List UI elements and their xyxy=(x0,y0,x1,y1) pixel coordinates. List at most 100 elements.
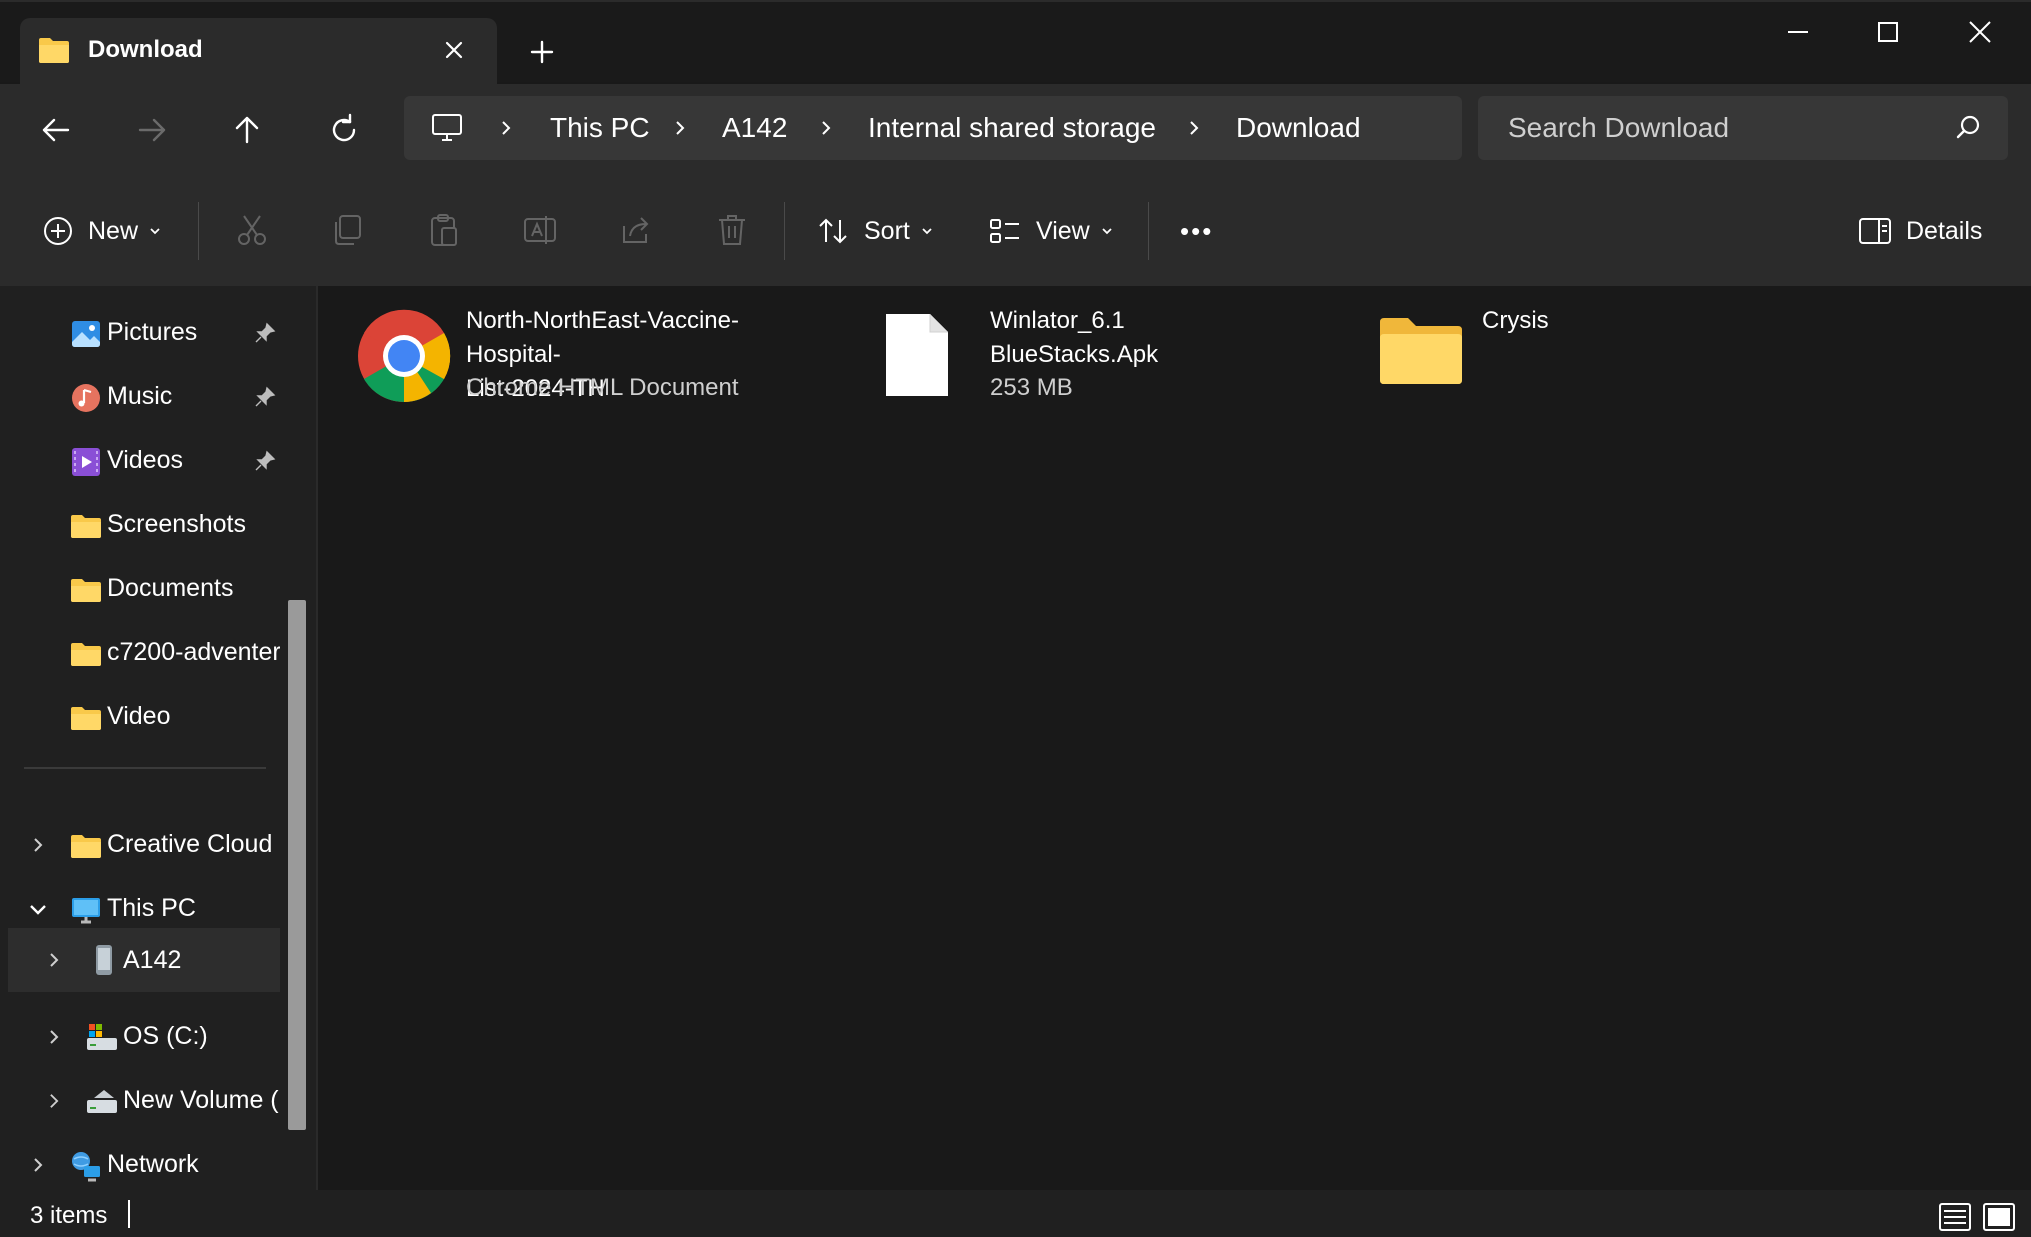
details-pane-icon xyxy=(1859,218,1891,244)
folder-icon xyxy=(39,38,69,63)
sidebar-item-documents[interactable]: Documents xyxy=(8,560,280,618)
cut-icon[interactable] xyxy=(234,212,270,248)
folder-name: Crysis xyxy=(1482,307,1549,334)
pictures-icon xyxy=(72,321,100,347)
sidebar-item-c7200-adventerp[interactable]: c7200-adventerp xyxy=(8,624,280,682)
details-view-icon[interactable] xyxy=(1938,1202,1972,1232)
more-options-button[interactable]: ••• xyxy=(1180,206,1213,256)
toolbar-separator xyxy=(1148,202,1149,260)
chevron-right-icon[interactable] xyxy=(28,1155,48,1175)
folder-icon xyxy=(71,643,101,666)
file-item-winlator-apk[interactable]: Winlator_6.1 BlueStacks.Apk 253 MB xyxy=(884,304,1314,414)
file-size: 253 MB xyxy=(990,374,1073,401)
file-name: Winlator_6.1 BlueStacks.Apk xyxy=(990,307,1159,368)
new-label: New xyxy=(88,216,139,245)
file-list[interactable]: North-NorthEast-Vaccine-Hospital- List-2… xyxy=(318,286,2031,1190)
status-bar: 3 items xyxy=(0,1190,2031,1237)
maximize-icon[interactable] xyxy=(1858,12,1918,52)
chevron-right-icon[interactable] xyxy=(496,118,516,138)
sidebar-item-new-volume[interactable]: New Volume (D xyxy=(8,1072,280,1130)
details-button[interactable]: Details xyxy=(1858,206,1982,256)
sidebar-item-label: Video xyxy=(107,702,171,730)
sidebar-item-network[interactable]: Network xyxy=(8,1136,280,1194)
sidebar-item-label: This PC xyxy=(107,894,196,922)
title-bar: Download xyxy=(0,2,2031,84)
folder-item-crysis[interactable]: Crysis xyxy=(1378,304,1678,414)
paste-icon[interactable] xyxy=(426,212,462,248)
chevron-down-icon xyxy=(1102,228,1112,235)
sidebar-item-label: A142 xyxy=(123,946,182,974)
folder-icon xyxy=(71,707,101,730)
breadcrumb-internal-storage[interactable]: Internal shared storage xyxy=(868,112,1156,144)
rename-icon[interactable] xyxy=(522,212,558,248)
new-tab-icon[interactable] xyxy=(524,34,560,70)
sidebar-item-pictures[interactable]: Pictures xyxy=(8,304,280,362)
sidebar-item-music[interactable]: Music xyxy=(8,368,280,426)
pin-icon[interactable] xyxy=(254,386,276,408)
item-count: 3 items xyxy=(30,1202,108,1229)
pin-icon[interactable] xyxy=(254,450,276,472)
sidebar-item-label: Network xyxy=(107,1150,199,1178)
music-icon xyxy=(72,384,100,412)
pin-icon[interactable] xyxy=(254,322,276,344)
chevron-right-icon[interactable] xyxy=(28,835,48,855)
sidebar-item-videos[interactable]: Videos xyxy=(8,432,280,490)
chevron-down-icon[interactable] xyxy=(28,899,48,919)
chevron-right-icon[interactable] xyxy=(44,950,64,970)
status-divider xyxy=(128,1200,130,1228)
sort-button[interactable]: Sort xyxy=(816,206,934,256)
breadcrumb-a142[interactable]: A142 xyxy=(722,112,787,144)
folder-icon xyxy=(71,835,101,858)
sidebar-item-video[interactable]: Video xyxy=(8,688,280,746)
chevron-right-icon[interactable] xyxy=(1184,118,1204,138)
sidebar-item-label: Creative Cloud F xyxy=(107,830,280,858)
drive-icon xyxy=(87,1090,117,1113)
file-item-chrome-html[interactable]: North-NorthEast-Vaccine-Hospital- List-2… xyxy=(356,304,826,414)
search-icon[interactable] xyxy=(1955,114,1983,142)
chevron-right-icon[interactable] xyxy=(670,118,690,138)
sidebar-scrollbar-thumb[interactable] xyxy=(288,600,306,1130)
chrome-icon xyxy=(358,309,451,403)
sidebar-item-label: Pictures xyxy=(107,318,198,346)
close-window-icon[interactable] xyxy=(1950,12,2010,52)
delete-icon[interactable] xyxy=(714,212,750,248)
refresh-icon[interactable] xyxy=(320,106,368,154)
sidebar-item-label: c7200-adventerp xyxy=(107,638,280,666)
search-input[interactable] xyxy=(1478,96,2008,160)
file-explorer-window: Download This PC A142 Internal shared st… xyxy=(0,0,2031,1237)
toolbar-separator xyxy=(198,202,199,260)
new-button[interactable]: New xyxy=(42,206,162,256)
sidebar-item-label: Screenshots xyxy=(107,510,246,538)
breadcrumb-this-pc[interactable]: This PC xyxy=(550,112,650,144)
breadcrumb-download[interactable]: Download xyxy=(1236,112,1361,144)
sidebar-item-os-c[interactable]: OS (C:) xyxy=(8,1008,280,1066)
chevron-right-icon[interactable] xyxy=(44,1091,64,1111)
share-icon[interactable] xyxy=(618,212,654,248)
up-arrow-icon[interactable] xyxy=(223,106,271,154)
breadcrumb[interactable]: This PC A142 Internal shared storage Dow… xyxy=(404,96,1462,160)
tab-download[interactable]: Download xyxy=(20,18,497,84)
sort-icon xyxy=(819,218,847,244)
folder-icon xyxy=(1380,318,1462,384)
chevron-right-icon[interactable] xyxy=(44,1027,64,1047)
toolbar-separator xyxy=(784,202,785,260)
close-tab-icon[interactable] xyxy=(440,36,468,64)
navigation-pane[interactable]: Pictures Music Videos Screenshots Docume… xyxy=(0,286,318,1190)
sidebar-item-a142[interactable]: A142 xyxy=(8,928,280,992)
tiles-view-icon[interactable] xyxy=(1982,1202,2016,1232)
forward-arrow-icon[interactable] xyxy=(128,106,176,154)
sidebar-item-creative-cloud[interactable]: Creative Cloud F xyxy=(8,816,280,874)
sidebar-item-screenshots[interactable]: Screenshots xyxy=(8,496,280,554)
network-icon xyxy=(72,1152,100,1182)
sidebar-item-label: New Volume (D xyxy=(123,1086,280,1114)
view-button[interactable]: View xyxy=(988,206,1114,256)
chevron-right-icon[interactable] xyxy=(816,118,836,138)
copy-icon[interactable] xyxy=(330,212,366,248)
back-arrow-icon[interactable] xyxy=(32,106,80,154)
sidebar-item-label: OS (C:) xyxy=(123,1022,208,1050)
view-label: View xyxy=(1036,216,1090,245)
more-icon: ••• xyxy=(1180,215,1214,246)
sidebar-divider xyxy=(24,767,266,769)
computer-icon[interactable] xyxy=(430,111,464,145)
minimize-icon[interactable] xyxy=(1768,12,1828,52)
